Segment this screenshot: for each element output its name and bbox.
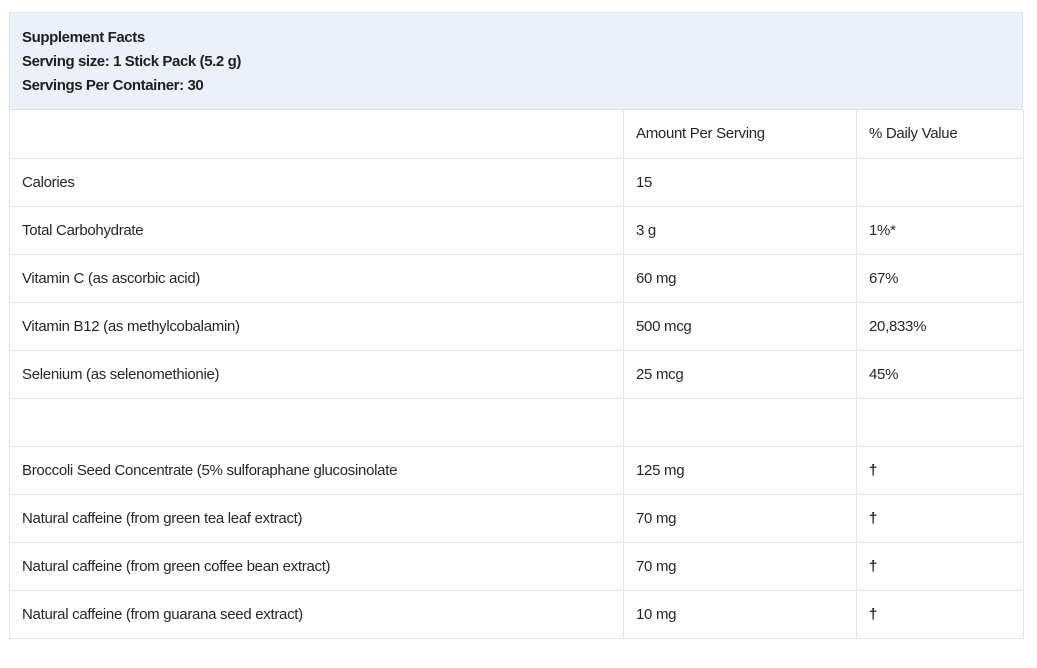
- servings-per-container: Servings Per Container: 30: [22, 77, 204, 94]
- column-header-nutrient: [9, 110, 624, 159]
- daily-value: 1%*: [856, 205, 1024, 255]
- table-row: Selenium (as selenomethionie) 25 mcg 45%: [9, 349, 1024, 399]
- amount-per-serving: 60 mg: [623, 253, 857, 303]
- supplement-facts-panel: Supplement Facts Serving size: 1 Stick P…: [9, 12, 1024, 639]
- table-row: Calories 15: [9, 157, 1024, 207]
- nutrient-name: Vitamin B12 (as methylcobalamin): [9, 301, 624, 351]
- nutrient-name: Natural caffeine (from green tea leaf ex…: [9, 493, 624, 543]
- nutrient-name: Vitamin C (as ascorbic acid): [9, 253, 624, 303]
- panel-title: Supplement Facts: [22, 29, 145, 46]
- daily-value: [856, 157, 1024, 207]
- serving-size: Serving size: 1 Stick Pack (5.2 g): [22, 53, 242, 70]
- table-row: Broccoli Seed Concentrate (5% sulforapha…: [9, 445, 1024, 495]
- table-row-spacer: [9, 397, 1024, 447]
- column-header-daily-value: % Daily Value: [856, 110, 1024, 159]
- column-header-amount: Amount Per Serving: [623, 110, 857, 159]
- amount-per-serving: 125 mg: [623, 445, 857, 495]
- table-header-row: Amount Per Serving % Daily Value: [9, 110, 1024, 159]
- amount-per-serving: 15: [623, 157, 857, 207]
- daily-value: [856, 397, 1024, 447]
- daily-value-dagger: †: [856, 541, 1024, 591]
- supplement-facts-header: Supplement Facts Serving size: 1 Stick P…: [9, 12, 1023, 110]
- daily-value: 45%: [856, 349, 1024, 399]
- table-row: Natural caffeine (from green coffee bean…: [9, 541, 1024, 591]
- amount-per-serving: 3 g: [623, 205, 857, 255]
- daily-value: 67%: [856, 253, 1024, 303]
- table-row: Total Carbohydrate 3 g 1%*: [9, 205, 1024, 255]
- table-row: Vitamin B12 (as methylcobalamin) 500 mcg…: [9, 301, 1024, 351]
- nutrient-name: Natural caffeine (from green coffee bean…: [9, 541, 624, 591]
- nutrition-table: Amount Per Serving % Daily Value Calorie…: [9, 110, 1024, 639]
- amount-per-serving: 70 mg: [623, 493, 857, 543]
- amount-per-serving: [623, 397, 857, 447]
- nutrient-name: Calories: [9, 157, 624, 207]
- daily-value-dagger: †: [856, 493, 1024, 543]
- nutrient-name: [9, 397, 624, 447]
- daily-value: 20,833%: [856, 301, 1024, 351]
- nutrient-name: Total Carbohydrate: [9, 205, 624, 255]
- table-row: Natural caffeine (from green tea leaf ex…: [9, 493, 1024, 543]
- nutrient-name: Broccoli Seed Concentrate (5% sulforapha…: [9, 445, 624, 495]
- table-row: Vitamin C (as ascorbic acid) 60 mg 67%: [9, 253, 1024, 303]
- table-row: Natural caffeine (from guarana seed extr…: [9, 589, 1024, 639]
- amount-per-serving: 70 mg: [623, 541, 857, 591]
- daily-value-dagger: †: [856, 589, 1024, 639]
- daily-value-dagger: †: [856, 445, 1024, 495]
- amount-per-serving: 25 mcg: [623, 349, 857, 399]
- nutrient-name: Natural caffeine (from guarana seed extr…: [9, 589, 624, 639]
- amount-per-serving: 10 mg: [623, 589, 857, 639]
- nutrient-name: Selenium (as selenomethionie): [9, 349, 624, 399]
- amount-per-serving: 500 mcg: [623, 301, 857, 351]
